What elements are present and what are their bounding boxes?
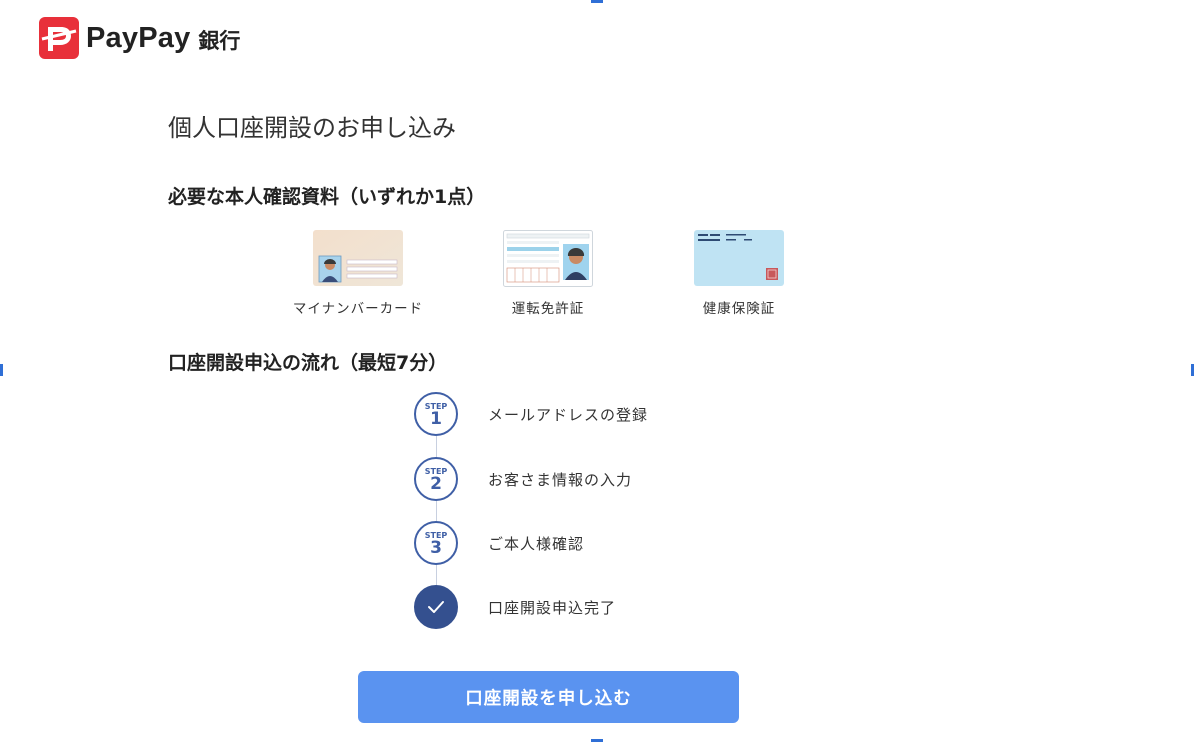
- step-label: メールアドレスの登録: [488, 406, 649, 424]
- doc-drivers-license: 運転免許証: [463, 230, 633, 317]
- resize-handle-left[interactable]: [0, 364, 3, 376]
- application-flow-heading: 口座開設申込の流れ（最短7分）: [168, 352, 448, 374]
- drivers-license-icon: [503, 230, 593, 287]
- page-title: 個人口座開設のお申し込み: [168, 114, 456, 142]
- paypay-logo-icon: [39, 17, 79, 59]
- check-icon: [428, 601, 444, 613]
- my-number-card-icon: [313, 230, 403, 286]
- doc-label: 健康保険証: [702, 301, 776, 317]
- doc-health-insurance-card: 健康保険証: [654, 230, 824, 317]
- health-insurance-card-icon: [694, 230, 784, 286]
- logo-text: PayPay: [86, 21, 191, 54]
- step-item: STEP 3 ご本人様確認: [414, 521, 734, 567]
- doc-my-number-card: マイナンバーカード: [273, 230, 443, 317]
- step-label: 口座開設申込完了: [488, 599, 617, 617]
- step-item: STEP 2 お客さま情報の入力: [414, 457, 734, 503]
- step-1-badge: STEP 1: [414, 392, 458, 436]
- step-complete-badge: [414, 585, 458, 629]
- paypay-bank-logo[interactable]: PayPay 銀行: [39, 17, 240, 59]
- doc-label: マイナンバーカード: [292, 301, 424, 317]
- apply-account-button[interactable]: 口座開設を申し込む: [358, 671, 739, 723]
- logo-subtext: 銀行: [198, 29, 241, 53]
- step-label: ご本人様確認: [488, 535, 585, 553]
- step-3-badge: STEP 3: [414, 521, 458, 565]
- required-docs-heading: 必要な本人確認資料（いずれか1点）: [168, 186, 486, 208]
- resize-handle-top[interactable]: [591, 0, 603, 3]
- app-window: PayPay 銀行 個人口座開設のお申し込み 必要な本人確認資料（いずれか1点）…: [0, 0, 1194, 742]
- step-2-badge: STEP 2: [414, 457, 458, 501]
- step-item: 口座開設申込完了: [414, 585, 734, 631]
- doc-label: 運転免許証: [511, 301, 585, 317]
- step-label: お客さま情報の入力: [488, 471, 633, 489]
- step-item: STEP 1 メールアドレスの登録: [414, 392, 734, 438]
